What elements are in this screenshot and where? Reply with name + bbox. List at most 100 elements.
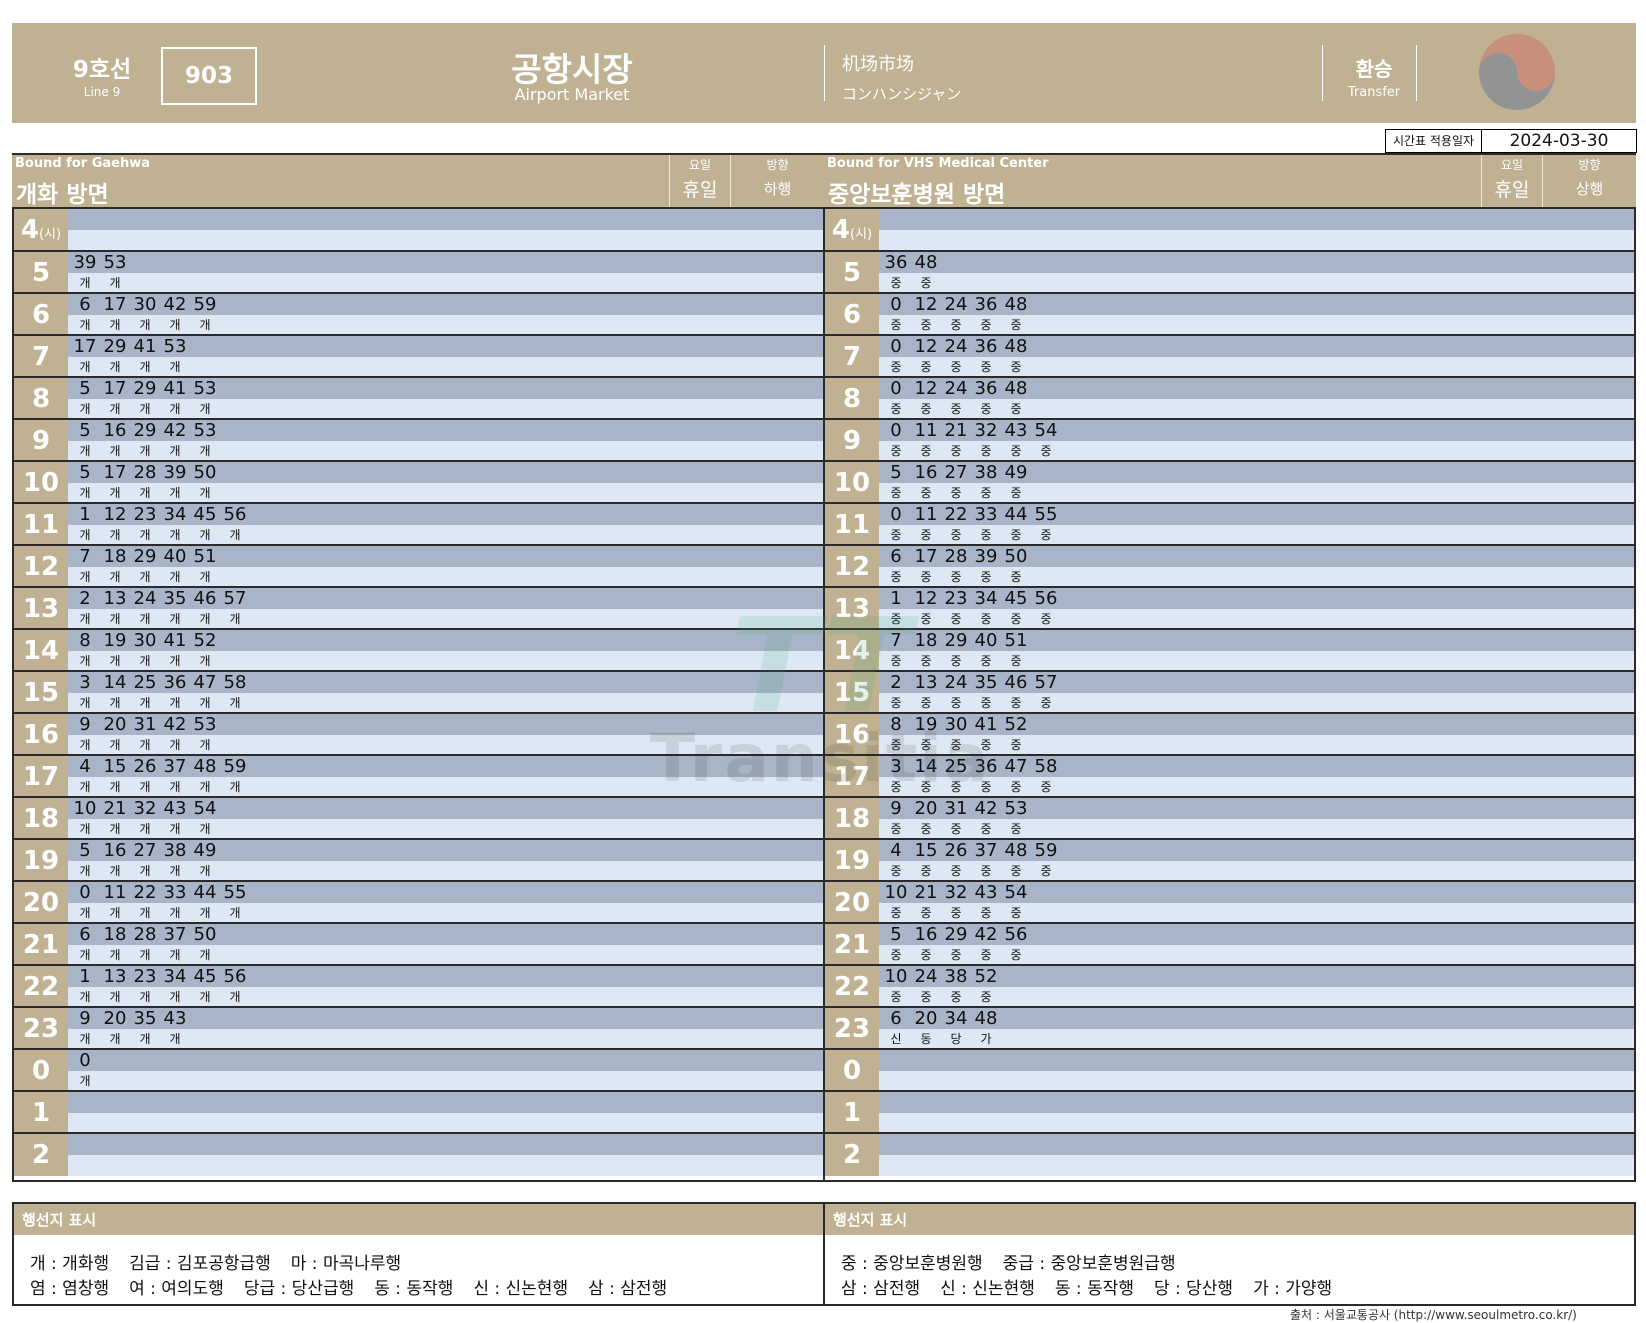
train-departure: 40 개 bbox=[160, 546, 190, 588]
destination-code: 개 bbox=[199, 990, 211, 1004]
hour-row: 7 17 개 29 개 41 개 53 개 bbox=[14, 334, 823, 378]
departure-minute: 11 bbox=[103, 882, 127, 903]
departure-minute: 48 bbox=[1004, 336, 1028, 357]
train-departure: 57 중 bbox=[1031, 672, 1061, 714]
destination-code: 개 bbox=[79, 906, 91, 920]
hour-value: 19 bbox=[22, 846, 60, 876]
destination-code: 개 bbox=[169, 318, 181, 332]
departure-minute: 11 bbox=[914, 420, 938, 441]
destination-code: 중 bbox=[890, 570, 902, 584]
hour-row: 12 7 개 18 개 29 개 40 개 51 개 bbox=[14, 544, 823, 588]
train-departure: 55 중 bbox=[1031, 504, 1061, 546]
departure-minute: 24 bbox=[133, 588, 157, 609]
destination-code: 중 bbox=[950, 570, 962, 584]
hour-value: 16 bbox=[22, 720, 60, 750]
train-departure: 38 개 bbox=[160, 840, 190, 882]
train-departure: 0중 bbox=[881, 504, 911, 546]
station-name-en: Airport Market bbox=[514, 85, 630, 104]
destination-code: 개 bbox=[79, 1074, 91, 1088]
departure-minute: 26 bbox=[944, 840, 968, 861]
hour-label: 22 bbox=[14, 966, 68, 1008]
departure-minute: 27 bbox=[944, 462, 968, 483]
destination-code: 중 bbox=[980, 822, 992, 836]
train-departure: 47 중 bbox=[1001, 756, 1031, 798]
hour-value: 17 bbox=[22, 762, 60, 792]
hour-row: 7 0 중 12 중 24 중 36 중 48 중 bbox=[825, 334, 1634, 378]
train-departure: 21 중 bbox=[911, 882, 941, 924]
departure-minute: 54 bbox=[193, 798, 217, 819]
train-departure: 38 중 bbox=[941, 966, 971, 1008]
destination-code: 중 bbox=[980, 570, 992, 584]
destination-code: 중 bbox=[1010, 822, 1022, 836]
train-departure: 45 개 bbox=[190, 504, 220, 546]
destination-code: 개 bbox=[79, 276, 91, 290]
destination-code: 개 bbox=[199, 696, 211, 710]
departure-minute: 15 bbox=[914, 840, 938, 861]
destination-code: 중 bbox=[1010, 444, 1022, 458]
hour-value: 23 bbox=[22, 1014, 60, 1044]
departure-minute: 9 bbox=[79, 1008, 91, 1029]
hour-row: 20 10 중 21 중 32 중 43 중 54 중 bbox=[825, 880, 1634, 924]
destination-code: 개 bbox=[109, 570, 121, 584]
departure-minute: 39 bbox=[73, 252, 97, 273]
destination-code: 개 bbox=[79, 780, 91, 794]
destination-code: 중 bbox=[1010, 906, 1022, 920]
train-departure: 0중 bbox=[881, 336, 911, 378]
destination-code: 개 bbox=[199, 654, 211, 668]
departure-minute: 13 bbox=[914, 672, 938, 693]
hour-row: 1 bbox=[14, 1090, 823, 1134]
train-departure: 56 중 bbox=[1001, 924, 1031, 966]
hour-value: 18 bbox=[833, 804, 871, 834]
destination-code: 개 bbox=[79, 570, 91, 584]
departure-minute: 22 bbox=[944, 504, 968, 525]
destination-code: 개 bbox=[169, 906, 181, 920]
hour-value: 19 bbox=[833, 846, 871, 876]
departure-minute: 1 bbox=[79, 966, 91, 987]
hour-row: 19 4 중 15 중 26 중 37 중 48 중 59 중 bbox=[825, 838, 1634, 882]
train-departure: 12 중 bbox=[911, 588, 941, 630]
header-divider bbox=[824, 45, 825, 101]
hour-label: 18 bbox=[825, 798, 879, 840]
hour-value: 7 bbox=[842, 342, 862, 372]
departure-minute: 10 bbox=[884, 882, 908, 903]
train-departure: 46 중 bbox=[1001, 672, 1031, 714]
hour-label: 2 bbox=[825, 1134, 879, 1176]
train-departure: 4개 bbox=[70, 756, 100, 798]
train-departure: 54 중 bbox=[1031, 420, 1061, 462]
train-departure: 36 중 bbox=[971, 336, 1001, 378]
departure-minute: 21 bbox=[914, 882, 938, 903]
train-departure: 5개 bbox=[70, 840, 100, 882]
train-departure: 37 중 bbox=[971, 840, 1001, 882]
destination-code: 개 bbox=[109, 780, 121, 794]
hour-row: 6 6 개 17 개 30 개 42 개 59 개 bbox=[14, 292, 823, 336]
train-departure: 26 중 bbox=[941, 840, 971, 882]
departure-minute: 44 bbox=[1004, 504, 1028, 525]
train-departure: 34 개 bbox=[160, 504, 190, 546]
hour-value: 22 bbox=[833, 972, 871, 1002]
hour-label: 9 bbox=[14, 420, 68, 462]
departure-minute: 20 bbox=[103, 714, 127, 735]
direction-title: 중앙보훈병원 방면 bbox=[828, 182, 1006, 208]
hour-label: 12 bbox=[825, 546, 879, 588]
legend-header: 행선지 표시 bbox=[825, 1204, 1634, 1235]
departure-minute: 58 bbox=[223, 672, 247, 693]
departure-minute: 37 bbox=[163, 756, 187, 777]
hour-label: 23 bbox=[825, 1008, 879, 1050]
departure-minute: 36 bbox=[163, 672, 187, 693]
train-departure: 48 중 bbox=[911, 252, 941, 294]
departure-minute: 50 bbox=[1004, 546, 1028, 567]
destination-code: 개 bbox=[109, 612, 121, 626]
departure-minute: 45 bbox=[193, 966, 217, 987]
destination-code: 개 bbox=[169, 360, 181, 374]
destination-code: 개 bbox=[199, 906, 211, 920]
destination-code: 개 bbox=[169, 1032, 181, 1046]
departure-minute: 42 bbox=[974, 798, 998, 819]
train-departure: 10 개 bbox=[70, 798, 100, 840]
train-departure: 29 개 bbox=[100, 336, 130, 378]
train-departure: 42 중 bbox=[971, 924, 1001, 966]
departure-minute: 12 bbox=[914, 336, 938, 357]
row-band bbox=[879, 1134, 1634, 1155]
destination-code: 중 bbox=[920, 696, 932, 710]
legend-vhs: 행선지 표시 중 : 중앙보훈병원행 중급 : 중앙보훈병원급행 삼 : 삼전행 신… bbox=[823, 1202, 1636, 1306]
hour-value: 0 bbox=[842, 1056, 862, 1086]
